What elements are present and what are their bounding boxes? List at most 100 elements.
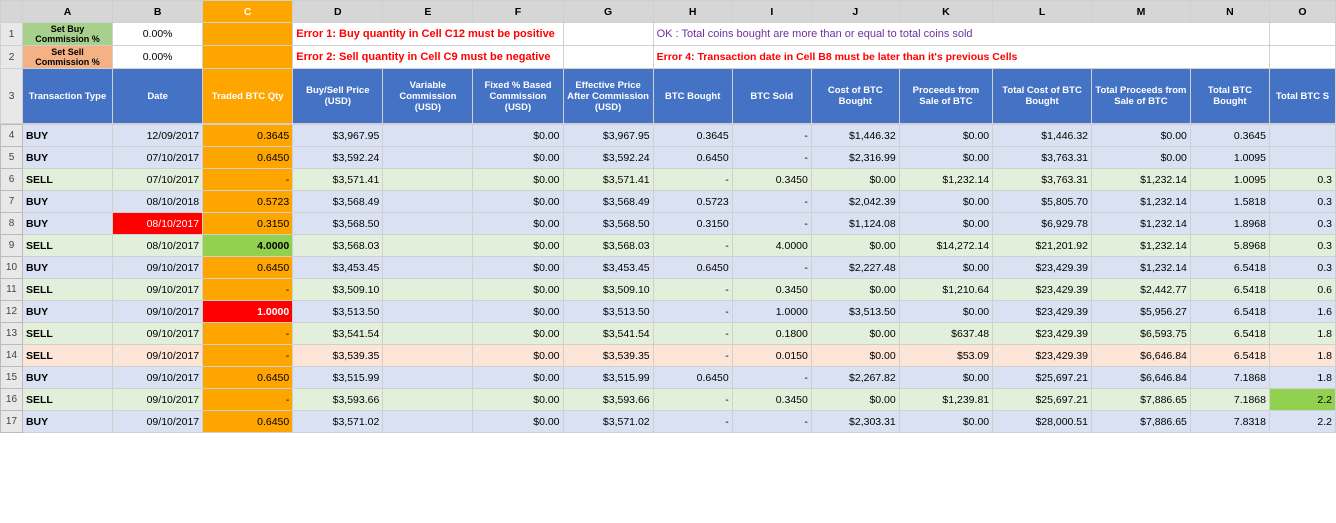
cell-date: 09/10/2017 — [113, 323, 203, 345]
cell-total-cost: $6,929.78 — [993, 213, 1092, 235]
buy-commission-value[interactable]: 0.00% — [113, 23, 203, 46]
cell-btc-sold: 4.0000 — [732, 235, 811, 257]
cell-var-comm — [383, 169, 473, 191]
cell-total-bought: 1.0095 — [1190, 147, 1269, 169]
cell-total-proceeds: $0.00 — [1092, 125, 1191, 147]
cell-total-proceeds: $7,886.65 — [1092, 411, 1191, 433]
cell-price: $3,593.66 — [293, 389, 383, 411]
header-qty: Traded BTC Qty — [203, 69, 293, 124]
col-m-header: M — [1092, 1, 1191, 23]
row-num: 13 — [1, 323, 23, 345]
cell-qty[interactable]: 0.3150 — [203, 213, 293, 235]
buy-commission-label: Set Buy Commission % — [22, 23, 112, 46]
cell-eff-price: $3,539.35 — [563, 345, 653, 367]
cell-cost-bought: $1,446.32 — [811, 125, 899, 147]
cell-cost-bought: $2,042.39 — [811, 191, 899, 213]
col-header-row: A B C D E F G H I J K L M N O — [1, 1, 1336, 23]
cell-price: $3,515.99 — [293, 367, 383, 389]
cell-date: 09/10/2017 — [113, 301, 203, 323]
cell-cost-bought: $0.00 — [811, 169, 899, 191]
cell-qty[interactable]: 0.5723 — [203, 191, 293, 213]
cell-total-bought: 0.3645 — [1190, 125, 1269, 147]
col-d-header: D — [293, 1, 383, 23]
cell-btc-bought: 0.6450 — [653, 257, 732, 279]
cell-btc-sold: - — [732, 125, 811, 147]
cell-var-comm — [383, 279, 473, 301]
row-num: 16 — [1, 389, 23, 411]
header-transaction-type: Transaction Type — [22, 69, 112, 124]
cell-qty[interactable]: 0.6450 — [203, 257, 293, 279]
cell-total-proceeds: $0.00 — [1092, 147, 1191, 169]
cell-total-cost: $5,805.70 — [993, 191, 1092, 213]
cell-btc-bought: - — [653, 279, 732, 301]
cell-total-sold: 1.8 — [1269, 367, 1335, 389]
cell-qty[interactable]: - — [203, 389, 293, 411]
cell-btc-bought: 0.6450 — [653, 367, 732, 389]
row-num: 7 — [1, 191, 23, 213]
cell-total-cost: $21,201.92 — [993, 235, 1092, 257]
row-num: 11 — [1, 279, 23, 301]
cell-proceeds: $637.48 — [899, 323, 992, 345]
cell-qty[interactable]: 0.6450 — [203, 147, 293, 169]
cell-var-comm — [383, 125, 473, 147]
row-3-num: 3 — [1, 69, 23, 124]
cell-type: SELL — [22, 345, 112, 367]
row-num: 12 — [1, 301, 23, 323]
sell-commission-value[interactable]: 0.00% — [113, 46, 203, 69]
cell-date: 09/10/2017 — [113, 257, 203, 279]
cell-date: 07/10/2017 — [113, 147, 203, 169]
data-table: 4BUY12/09/20170.3645$3,967.95$0.00$3,967… — [0, 124, 1336, 433]
cell-total-bought: 1.8968 — [1190, 213, 1269, 235]
cell-proceeds: $1,210.64 — [899, 279, 992, 301]
cell-type: BUY — [22, 125, 112, 147]
cell-qty[interactable]: 0.6450 — [203, 367, 293, 389]
row-num: 10 — [1, 257, 23, 279]
cell-proceeds: $0.00 — [899, 147, 992, 169]
row-1-num: 1 — [1, 23, 23, 46]
cell-fixed-comm: $0.00 — [473, 279, 563, 301]
cell-total-bought: 6.5418 — [1190, 279, 1269, 301]
cell-type: BUY — [22, 411, 112, 433]
cell-total-proceeds: $6,646.84 — [1092, 367, 1191, 389]
cell-total-cost: $23,429.39 — [993, 301, 1092, 323]
table-row: 11SELL09/10/2017-$3,509.10$0.00$3,509.10… — [1, 279, 1336, 301]
cell-qty[interactable]: 1.0000 — [203, 301, 293, 323]
col-o-header: O — [1269, 1, 1335, 23]
header-total-proceeds: Total Proceeds from Sale of BTC — [1092, 69, 1191, 124]
cell-price: $3,513.50 — [293, 301, 383, 323]
cell-price: $3,509.10 — [293, 279, 383, 301]
header-eff-price: Effective Price After Commission (USD) — [563, 69, 653, 124]
table-row: 12BUY09/10/20171.0000$3,513.50$0.00$3,51… — [1, 301, 1336, 323]
cell-fixed-comm: $0.00 — [473, 345, 563, 367]
spacer-row1 — [563, 23, 653, 46]
cell-qty[interactable]: - — [203, 345, 293, 367]
cell-eff-price: $3,568.49 — [563, 191, 653, 213]
cell-eff-price: $3,541.54 — [563, 323, 653, 345]
cell-price: $3,568.50 — [293, 213, 383, 235]
cell-total-proceeds: $6,593.75 — [1092, 323, 1191, 345]
row-num: 8 — [1, 213, 23, 235]
table-row: 10BUY09/10/20170.6450$3,453.45$0.00$3,45… — [1, 257, 1336, 279]
row-num: 4 — [1, 125, 23, 147]
cell-qty[interactable]: - — [203, 323, 293, 345]
cell-proceeds: $0.00 — [899, 301, 992, 323]
cell-qty[interactable]: 0.6450 — [203, 411, 293, 433]
table-row: 13SELL09/10/2017-$3,541.54$0.00$3,541.54… — [1, 323, 1336, 345]
cell-total-sold — [1269, 147, 1335, 169]
table-row: 15BUY09/10/20170.6450$3,515.99$0.00$3,51… — [1, 367, 1336, 389]
cell-btc-bought: - — [653, 411, 732, 433]
col-e-header: E — [383, 1, 473, 23]
cell-qty[interactable]: - — [203, 169, 293, 191]
cell-total-cost: $1,446.32 — [993, 125, 1092, 147]
cell-total-proceeds: $7,886.65 — [1092, 389, 1191, 411]
cell-date: 07/10/2017 — [113, 169, 203, 191]
cell-qty[interactable]: 0.3645 — [203, 125, 293, 147]
cell-var-comm — [383, 345, 473, 367]
cell-qty[interactable]: - — [203, 279, 293, 301]
cell-total-sold: 0.6 — [1269, 279, 1335, 301]
col-j-header: J — [811, 1, 899, 23]
cell-var-comm — [383, 301, 473, 323]
cell-total-bought: 6.5418 — [1190, 257, 1269, 279]
table-row: 8BUY08/10/20170.3150$3,568.50$0.00$3,568… — [1, 213, 1336, 235]
cell-qty[interactable]: 4.0000 — [203, 235, 293, 257]
